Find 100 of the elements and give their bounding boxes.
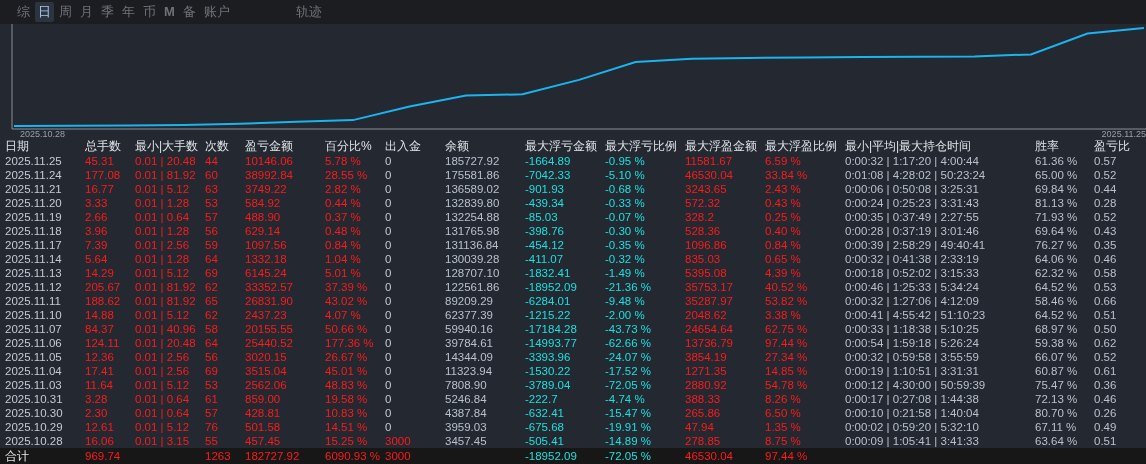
table-cell-text: -3789.04 bbox=[525, 378, 572, 392]
table-cell-text: 0:00:28 | 0:37:19 | 3:01:46 bbox=[845, 224, 980, 238]
table-cell-text: 128707.10 bbox=[445, 266, 501, 280]
table-cell-text: 0.36 bbox=[1094, 378, 1118, 392]
table-cell-text: 0.57 bbox=[1094, 154, 1118, 168]
table-cell-text: 131765.98 bbox=[445, 224, 501, 238]
table-cell-text: 0.01 | 81.92 bbox=[135, 168, 197, 182]
table-cell-text: 63 bbox=[205, 182, 219, 196]
table-cell-text: 0.46 bbox=[1094, 252, 1118, 266]
table-cell-text: 0.50 bbox=[1094, 322, 1118, 336]
period-tab[interactable]: 季 bbox=[98, 2, 117, 22]
table-cell-text: 67.11 % bbox=[1035, 420, 1078, 434]
table-cell-text: 4.07 % bbox=[325, 308, 362, 322]
table-cell-text: 0.01 | 81.92 bbox=[135, 294, 197, 308]
table-cell-text: 3959.03 bbox=[445, 420, 488, 434]
table-cell-text: 0.53 bbox=[1094, 280, 1118, 294]
table-cell-text: 0 bbox=[385, 168, 393, 182]
date-cell-text: 2025.11.07 bbox=[5, 322, 63, 336]
table-cell-text: 0.46 bbox=[1094, 392, 1118, 406]
table-cell-text: 97.44 % bbox=[765, 336, 809, 350]
table-cell-text: 13736.79 bbox=[685, 336, 734, 350]
date-cell-text: 2025.11.18 bbox=[5, 224, 63, 238]
period-tab[interactable]: 周 bbox=[56, 2, 75, 22]
column-header: 盈亏金额 bbox=[245, 138, 294, 154]
period-tab[interactable]: 备 bbox=[179, 2, 199, 22]
table-cell-text: 0.01 | 5.12 bbox=[135, 182, 191, 196]
table-cell-text: 3.38 % bbox=[765, 308, 802, 322]
table-cell-text: 27.34 % bbox=[765, 350, 809, 364]
table-cell-text: 64.52 % bbox=[1035, 280, 1079, 294]
table-cell-text: 0.01 | 5.12 bbox=[135, 308, 191, 322]
table-cell-text: 47.94 bbox=[685, 420, 715, 434]
table-cell-text: 629.14 bbox=[245, 224, 282, 238]
table-cell-text: 0.84 % bbox=[765, 238, 802, 252]
table-cell-text: 0 bbox=[385, 322, 393, 336]
table-cell-text: 6145.24 bbox=[245, 266, 288, 280]
table-cell-text: 0:00:32 | 1:27:06 | 4:12:09 bbox=[845, 294, 980, 308]
table-cell-text: -18952.09 bbox=[525, 449, 578, 463]
table-cell-text: 61.36 % bbox=[1035, 154, 1079, 168]
table-cell-text: 3749.22 bbox=[245, 182, 288, 196]
table-cell-text: 132839.80 bbox=[445, 196, 501, 210]
period-tab[interactable]: 年 bbox=[119, 2, 138, 22]
table-cell-text: 572.32 bbox=[685, 196, 722, 210]
table-cell-text: -0.95 % bbox=[605, 154, 646, 168]
table-cell-text: 62 bbox=[205, 280, 219, 294]
table-cell-text: 11581.67 bbox=[685, 154, 734, 168]
table-cell-text: 50.66 % bbox=[325, 322, 369, 336]
table-cell-text: 0.01 | 0.64 bbox=[135, 392, 191, 406]
table-cell-text: 57 bbox=[205, 406, 219, 420]
axis-label: 2025.10.28 bbox=[20, 130, 66, 138]
table-cell-text: 584.92 bbox=[245, 196, 282, 210]
period-tab[interactable]: M bbox=[161, 2, 178, 22]
table-cell-text: 1271.35 bbox=[685, 364, 728, 378]
table-cell-text: -1664.89 bbox=[525, 154, 572, 168]
table-cell-text: 969.74 bbox=[85, 449, 122, 463]
track-tab[interactable]: 轨迹 bbox=[292, 2, 325, 22]
table-cell-text: -24.07 % bbox=[605, 350, 653, 364]
table-cell-text: 0.01 | 2.56 bbox=[135, 238, 191, 252]
table-cell-text: 14.85 % bbox=[765, 364, 809, 378]
table-cell-text: 188.62 bbox=[85, 294, 122, 308]
table-cell-text: 3.28 bbox=[85, 392, 109, 406]
table-cell-text: 0:00:32 | 0:59:58 | 3:55:59 bbox=[845, 350, 980, 364]
table-cell-text: 97.44 % bbox=[765, 449, 809, 463]
table-cell-text: 33.84 % bbox=[765, 168, 809, 182]
period-tab[interactable]: 账户 bbox=[200, 2, 233, 22]
table-cell-text: 38992.84 bbox=[245, 168, 294, 182]
table-cell-text: 0.58 bbox=[1094, 266, 1118, 280]
table-cell-text: 62.75 % bbox=[765, 322, 809, 336]
table-cell-text: 76 bbox=[205, 420, 219, 434]
table-cell-text: 0.62 bbox=[1094, 336, 1118, 350]
table-cell-text: 132254.88 bbox=[445, 210, 501, 224]
table-cell-text: 0 bbox=[385, 280, 393, 294]
table-cell-text: -85.03 bbox=[525, 210, 559, 224]
table-cell-text: 68.97 % bbox=[1035, 322, 1079, 336]
table-cell-text: 0 bbox=[385, 406, 393, 420]
table-cell-text: 2880.92 bbox=[685, 378, 728, 392]
column-header: 最大浮盈比例 bbox=[765, 138, 838, 154]
table-cell-text: 0:00:09 | 1:05:41 | 3:41:33 bbox=[845, 434, 980, 448]
period-tab[interactable]: 币 bbox=[140, 2, 159, 22]
table-cell-text: 65.00 % bbox=[1035, 168, 1079, 182]
table-cell-text: -0.68 % bbox=[605, 182, 646, 196]
table-cell-text: 0:00:10 | 0:21:58 | 1:40:04 bbox=[845, 406, 980, 420]
table-cell-text: 60.87 % bbox=[1035, 364, 1079, 378]
table-cell-text: -632.41 bbox=[525, 406, 565, 420]
table-cell-text: 81.13 % bbox=[1035, 196, 1079, 210]
table-cell-text: 0.01 | 1.28 bbox=[135, 252, 191, 266]
table-cell-text: 0:00:19 | 1:10:51 | 3:31:31 bbox=[845, 364, 980, 378]
table-cell-text: 8.26 % bbox=[765, 392, 802, 406]
table-cell-text: 60 bbox=[205, 168, 219, 182]
table-cell-text: -222.7 bbox=[525, 392, 559, 406]
table-cell-text: 53 bbox=[205, 196, 219, 210]
table-cell-text: 0:00:39 | 2:58:29 | 49:40:41 bbox=[845, 238, 987, 252]
period-tab[interactable]: 综 bbox=[14, 2, 33, 22]
table-cell-text: 1332.18 bbox=[245, 252, 288, 266]
table-cell-text: 46530.04 bbox=[685, 449, 734, 463]
table-cell-text: 0 bbox=[385, 392, 393, 406]
table-cell-text: 0 bbox=[385, 308, 393, 322]
table-cell-text: 1.35 % bbox=[765, 420, 802, 434]
table-cell-text: 3000 bbox=[385, 449, 412, 463]
period-tab[interactable]: 日 bbox=[35, 2, 54, 22]
period-tab[interactable]: 月 bbox=[77, 2, 96, 22]
